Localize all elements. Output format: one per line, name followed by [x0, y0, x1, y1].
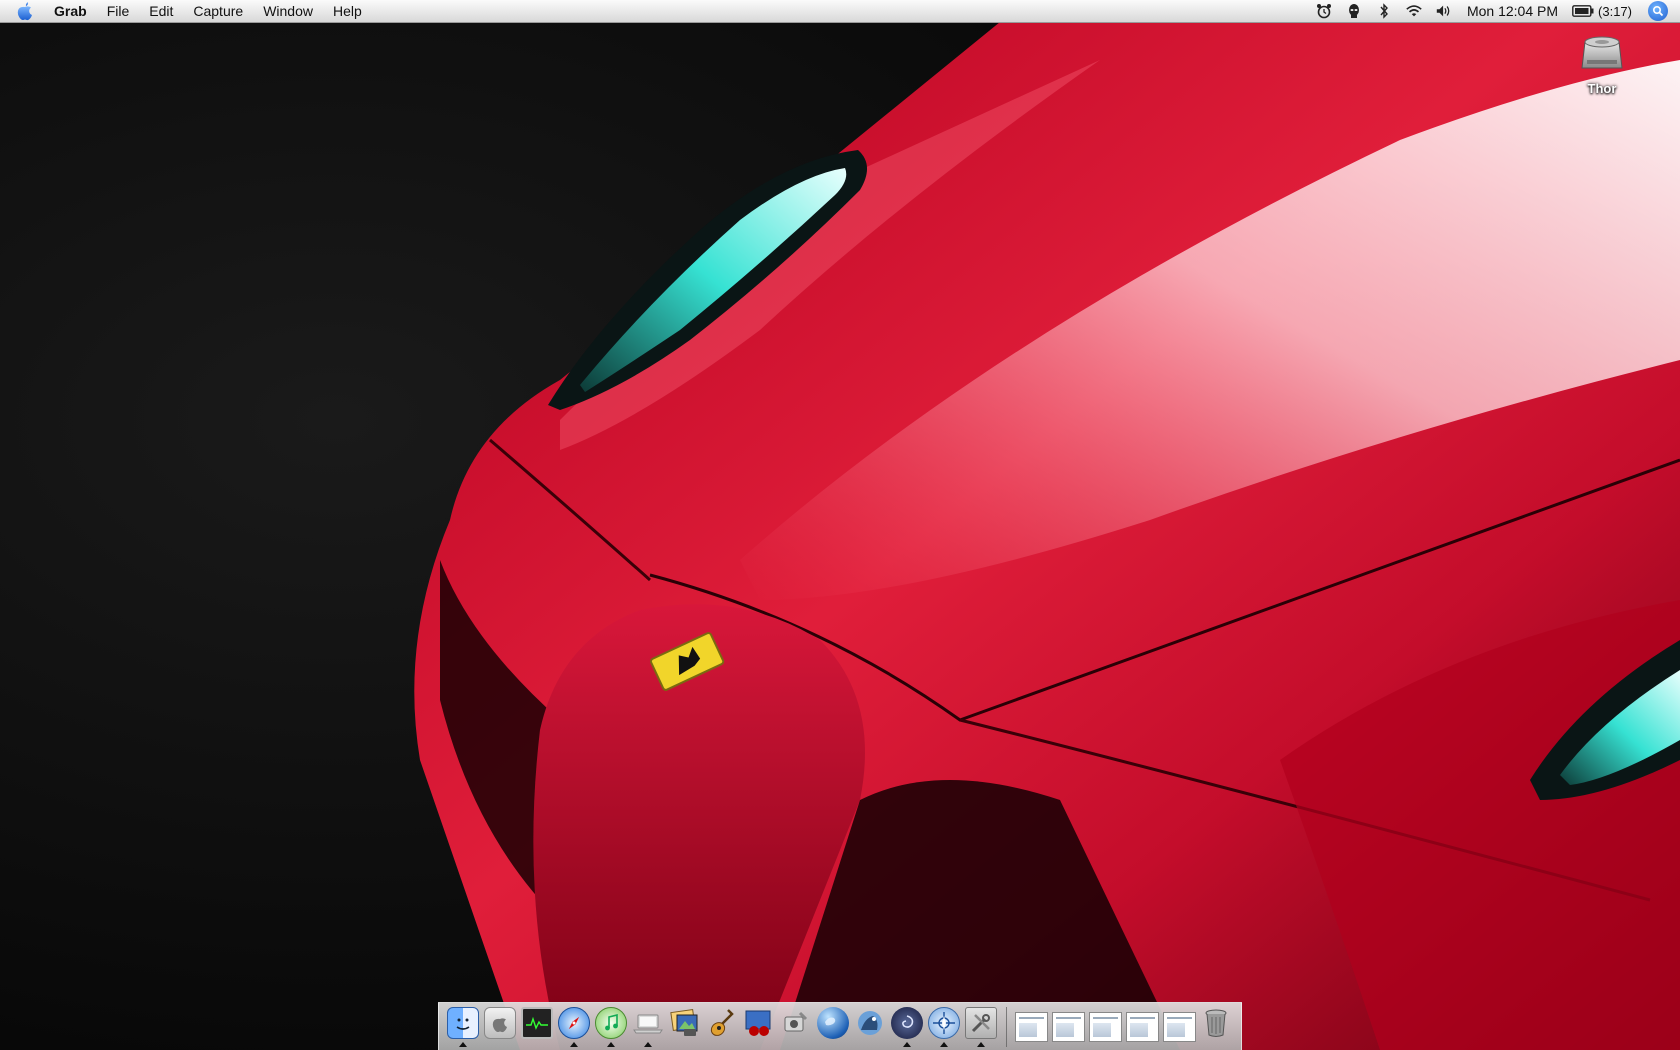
dock-iphoto[interactable] [669, 1007, 702, 1047]
minimized-window-2[interactable] [1051, 1011, 1085, 1042]
menu-bar-left: Grab File Edit Capture Window Help [0, 0, 372, 22]
running-indicator [644, 1041, 653, 1047]
menu-clock[interactable]: Mon 12:04 PM [1459, 3, 1566, 19]
dock-network-utility[interactable] [928, 1006, 961, 1047]
desktop-icon-thor[interactable]: Thor [1572, 28, 1632, 96]
running-indicator [903, 1041, 912, 1047]
camino-icon [854, 1007, 886, 1039]
menu-capture[interactable]: Capture [183, 0, 253, 22]
safari-icon [558, 1006, 591, 1039]
menu-file[interactable]: File [97, 0, 140, 22]
menu-edit[interactable]: Edit [139, 0, 183, 22]
trash-icon [1200, 1007, 1232, 1039]
dock-itunes[interactable] [595, 1006, 628, 1047]
menu-bar-extras: Mon 12:04 PM (3:17) [1309, 0, 1680, 22]
dock-utilities[interactable] [965, 1006, 998, 1047]
finder-icon [447, 1006, 480, 1039]
dock-trash[interactable] [1200, 1007, 1233, 1047]
running-indicator [977, 1041, 986, 1047]
dock-garageband[interactable] [706, 1007, 739, 1047]
apple-prefs-icon [484, 1006, 517, 1039]
menu-window[interactable]: Window [253, 0, 323, 22]
wallpaper-ferrari [0, 0, 1680, 1050]
menu-help[interactable]: Help [323, 0, 372, 22]
alarm-clock-icon[interactable] [1315, 2, 1333, 20]
alien-icon[interactable] [1345, 2, 1363, 20]
network-utility-icon [928, 1006, 961, 1039]
battery-status[interactable]: (3:17) [1566, 4, 1638, 19]
wifi-icon[interactable] [1405, 2, 1423, 20]
dock-activity-monitor[interactable] [521, 1006, 554, 1047]
running-indicator [459, 1041, 468, 1047]
dock-google-earth[interactable] [817, 1006, 850, 1047]
apple-menu-icon[interactable] [14, 0, 36, 22]
dock-finder[interactable] [447, 1006, 480, 1047]
battery-time: (3:17) [1598, 3, 1632, 19]
dock-safari[interactable] [558, 1006, 591, 1047]
dock [438, 1002, 1242, 1050]
grab-icon [780, 1007, 812, 1039]
photo-booth-icon [743, 1007, 775, 1039]
running-indicator [570, 1041, 579, 1047]
itunes-icon [595, 1006, 628, 1039]
dock-separator [1005, 1006, 1007, 1047]
dock-photo-booth[interactable] [743, 1007, 776, 1047]
volume-icon[interactable] [1435, 2, 1453, 20]
menu-bar: Grab File Edit Capture Window Help Mon 1… [0, 0, 1680, 23]
activity-monitor-icon [521, 1006, 554, 1039]
dock-camino[interactable] [854, 1007, 887, 1047]
dock-front-row[interactable] [632, 1007, 665, 1047]
desktop: Grab File Edit Capture Window Help Mon 1… [0, 0, 1680, 1050]
minimized-window-4[interactable] [1125, 1011, 1159, 1042]
running-indicator [607, 1041, 616, 1047]
swirl-icon [891, 1006, 924, 1039]
hard-drive-icon [1581, 36, 1623, 69]
guitar-icon [706, 1007, 738, 1039]
dock-system-preferences[interactable] [484, 1006, 517, 1047]
tools-icon [965, 1006, 998, 1039]
minimized-window-5[interactable] [1162, 1011, 1196, 1042]
laptop-icon [632, 1007, 664, 1039]
desktop-icon-label: Thor [1587, 81, 1617, 96]
spotlight-icon[interactable] [1648, 1, 1668, 21]
google-earth-icon [817, 1006, 850, 1039]
app-menu-grab[interactable]: Grab [46, 0, 97, 22]
running-indicator [940, 1041, 949, 1047]
bluetooth-icon[interactable] [1375, 2, 1393, 20]
iphoto-icon [669, 1007, 701, 1039]
minimized-window-1[interactable] [1014, 1011, 1048, 1042]
battery-icon [1572, 5, 1594, 17]
minimized-window-3[interactable] [1088, 1011, 1122, 1042]
dock-quartz-composer[interactable] [891, 1006, 924, 1047]
dock-grab[interactable] [780, 1007, 813, 1047]
